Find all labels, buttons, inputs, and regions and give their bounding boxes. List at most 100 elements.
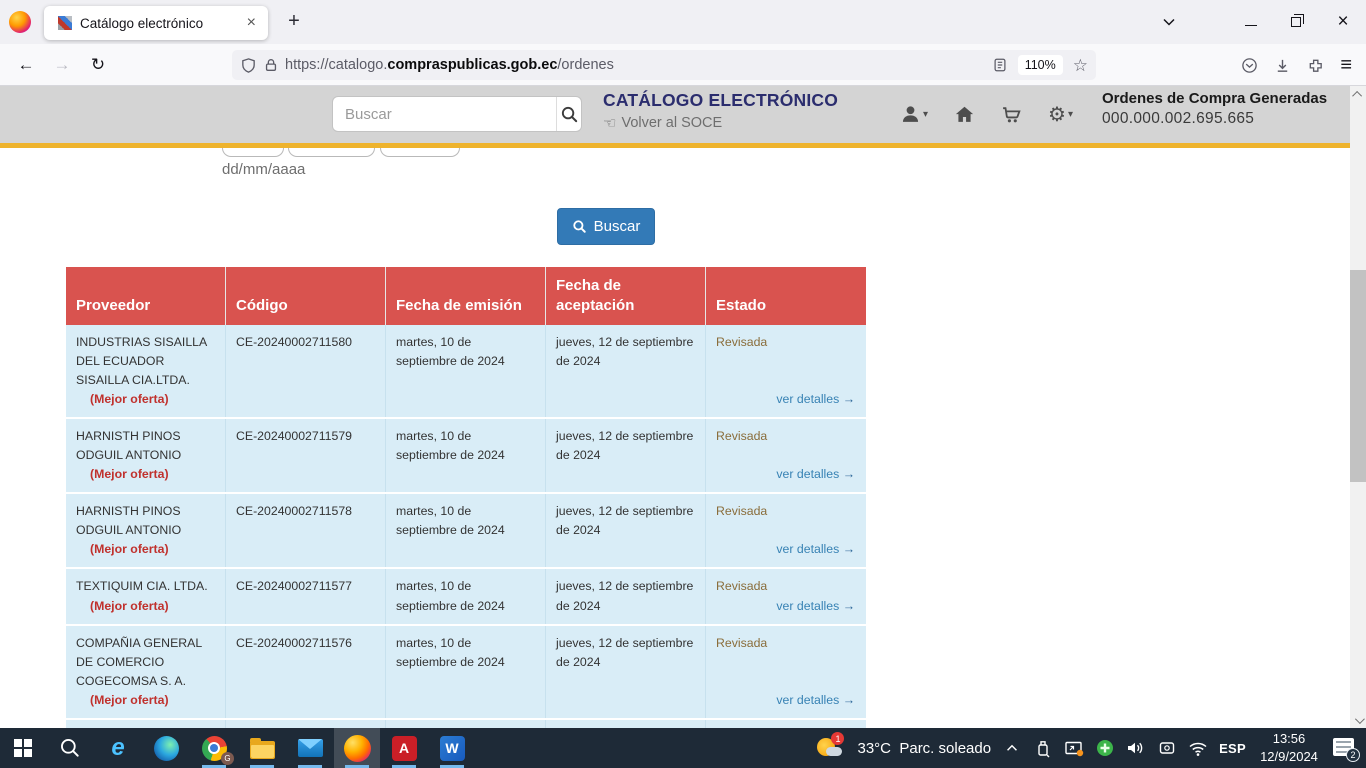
cutoff-filter-field[interactable]	[288, 148, 375, 157]
tray-chevron-up-icon[interactable]	[1002, 736, 1022, 760]
tab-list-chevron-icon[interactable]	[1150, 0, 1188, 44]
edge-icon	[154, 736, 179, 761]
cart-button[interactable]	[1001, 104, 1022, 125]
zoom-level-button[interactable]: 110%	[1018, 55, 1063, 75]
orders-generated-number: 000.000.002.695.665	[1102, 110, 1327, 128]
word-button[interactable]: W	[428, 728, 476, 768]
settings-gear-button[interactable]: ⚙ ▾	[1048, 105, 1073, 125]
ver-detalles-link[interactable]: ver detalles →	[776, 465, 855, 484]
download-icon[interactable]	[1274, 57, 1291, 74]
scrollbar-thumb[interactable]	[1350, 270, 1366, 482]
firefox-button[interactable]	[334, 728, 380, 768]
clock-date: 12/9/2024	[1257, 748, 1321, 766]
cutoff-filter-field[interactable]	[380, 148, 460, 157]
screen: Catálogo electrónico × + × ← → ↻ https:/…	[0, 0, 1366, 768]
start-button[interactable]	[0, 728, 46, 768]
language-indicator[interactable]: ESP	[1219, 741, 1246, 756]
weather-widget[interactable]: 1	[816, 734, 846, 762]
wifi-icon[interactable]	[1188, 736, 1208, 760]
browser-tab[interactable]: Catálogo electrónico ×	[44, 6, 268, 40]
lock-icon[interactable]	[263, 57, 279, 73]
window-close-button[interactable]: ×	[1320, 0, 1366, 44]
table-row: TEXTIQUIM CIA. LTDA. (Mejor oferta) CE-2…	[66, 569, 866, 625]
scrollbar-down-arrow[interactable]	[1350, 712, 1366, 728]
acceptance-date: jueves, 12 de septiembre de 2024	[546, 494, 706, 567]
provider-name: HARNISTH PINOS ODGUIL ANTONIO	[76, 504, 181, 537]
back-button[interactable]: ←	[10, 50, 42, 80]
ver-detalles-link[interactable]: ver detalles →	[776, 390, 855, 409]
catalog-search-button[interactable]	[556, 97, 581, 131]
taskbar-search-button[interactable]	[46, 728, 94, 768]
acrobat-button[interactable]: A	[380, 728, 428, 768]
order-code: CE-20240002711576	[226, 626, 386, 718]
reader-mode-icon[interactable]	[992, 57, 1008, 73]
ver-detalles-link[interactable]: ver detalles →	[776, 540, 855, 559]
issue-date: martes, 10 de septiembre de 2024	[386, 569, 546, 623]
chevron-down-icon: ▾	[923, 109, 928, 120]
new-tab-button[interactable]: +	[280, 8, 308, 36]
display-icon[interactable]	[1157, 736, 1177, 760]
date-input[interactable]: dd/mm/aaaa	[222, 161, 305, 178]
pocket-icon[interactable]	[1241, 57, 1258, 74]
table-row: HARNISTH PINOS ODGUIL ANTONIO (Mejor ofe…	[66, 494, 866, 569]
home-button[interactable]	[954, 104, 975, 125]
forward-button[interactable]: →	[46, 50, 78, 80]
chrome-button[interactable]: G	[190, 728, 238, 768]
extensions-puzzle-icon[interactable]	[1307, 57, 1324, 74]
shield-icon[interactable]	[240, 57, 257, 74]
best-offer-label: (Mejor oferta)	[90, 597, 169, 616]
clock[interactable]: 13:56 12/9/2024	[1257, 730, 1321, 766]
firefox-logo-icon	[9, 11, 31, 33]
col-proveedor: Proveedor	[66, 267, 226, 325]
arrow-right-icon: →	[843, 599, 855, 613]
catalog-search-input[interactable]	[333, 97, 556, 131]
word-icon: W	[440, 736, 465, 761]
provider-cell: COMPAÑIA GENERAL DE COMERCIO COGECOMSA S…	[66, 626, 226, 718]
volume-icon[interactable]	[1126, 736, 1146, 760]
menu-hamburger-icon[interactable]: ≡	[1340, 55, 1352, 75]
antivirus-icon[interactable]	[1095, 736, 1115, 760]
bookmark-star-icon[interactable]: ☆	[1073, 57, 1088, 74]
status-label: Revisada	[716, 634, 855, 653]
url-bar[interactable]: https://catalogo.compraspublicas.gob.ec/…	[232, 50, 1096, 80]
buscar-button[interactable]: Buscar	[557, 208, 655, 245]
weather-text[interactable]: 33°C Parc. soleado	[857, 740, 991, 757]
volver-al-soce-link[interactable]: ☜ Volver al SOCE	[603, 114, 838, 132]
firefox-icon	[344, 735, 371, 762]
user-menu-button[interactable]: ▾	[900, 104, 928, 125]
scrollbar-up-arrow[interactable]	[1350, 86, 1366, 102]
edge-button[interactable]	[142, 728, 190, 768]
usb-icon[interactable]	[1033, 736, 1053, 760]
order-code: CE-20240002711580	[226, 325, 386, 417]
col-estado: Estado	[706, 267, 865, 325]
notification-center-button[interactable]: 2	[1332, 735, 1358, 761]
issue-date: martes, 10 de septiembre de 2024	[386, 325, 546, 417]
window-minimize-button[interactable]	[1230, 0, 1272, 44]
col-codigo: Código	[226, 267, 386, 325]
file-explorer-button[interactable]	[238, 728, 286, 768]
buscar-button-label: Buscar	[594, 218, 641, 235]
ver-detalles-link[interactable]: ver detalles →	[776, 691, 855, 710]
best-offer-label: (Mejor oferta)	[90, 390, 169, 409]
acceptance-date: jueves, 12 de septiembre de 2024	[546, 626, 706, 718]
mail-button[interactable]	[286, 728, 334, 768]
screen-share-icon[interactable]	[1064, 736, 1084, 760]
order-code: CE-20240002711579	[226, 419, 386, 492]
status-label: Revisada	[716, 427, 855, 446]
ver-detalles-link[interactable]: ver detalles →	[776, 597, 855, 616]
page-scrollbar[interactable]	[1350, 86, 1366, 728]
internet-explorer-button[interactable]: e	[94, 728, 142, 768]
best-offer-label: (Mejor oferta)	[90, 540, 169, 559]
gear-icon: ⚙	[1048, 105, 1066, 125]
issue-date: martes, 10 de septiembre de 2024	[386, 419, 546, 492]
tab-close-icon[interactable]: ×	[243, 14, 260, 32]
url-text: https://catalogo.compraspublicas.gob.ec/…	[285, 57, 614, 73]
acceptance-date: jueves, 12 de septiembre de 2024	[546, 569, 706, 623]
window-restore-button[interactable]	[1274, 0, 1318, 44]
reload-button[interactable]: ↻	[82, 50, 114, 80]
cutoff-filter-field[interactable]	[222, 148, 284, 157]
catalog-search	[332, 96, 582, 132]
arrow-right-icon: →	[843, 542, 855, 556]
table-row: COMPAÑIA GENERAL DE COMERCIO COGECOMSA S…	[66, 626, 866, 720]
orders-generated-label: Ordenes de Compra Generadas	[1102, 90, 1327, 107]
